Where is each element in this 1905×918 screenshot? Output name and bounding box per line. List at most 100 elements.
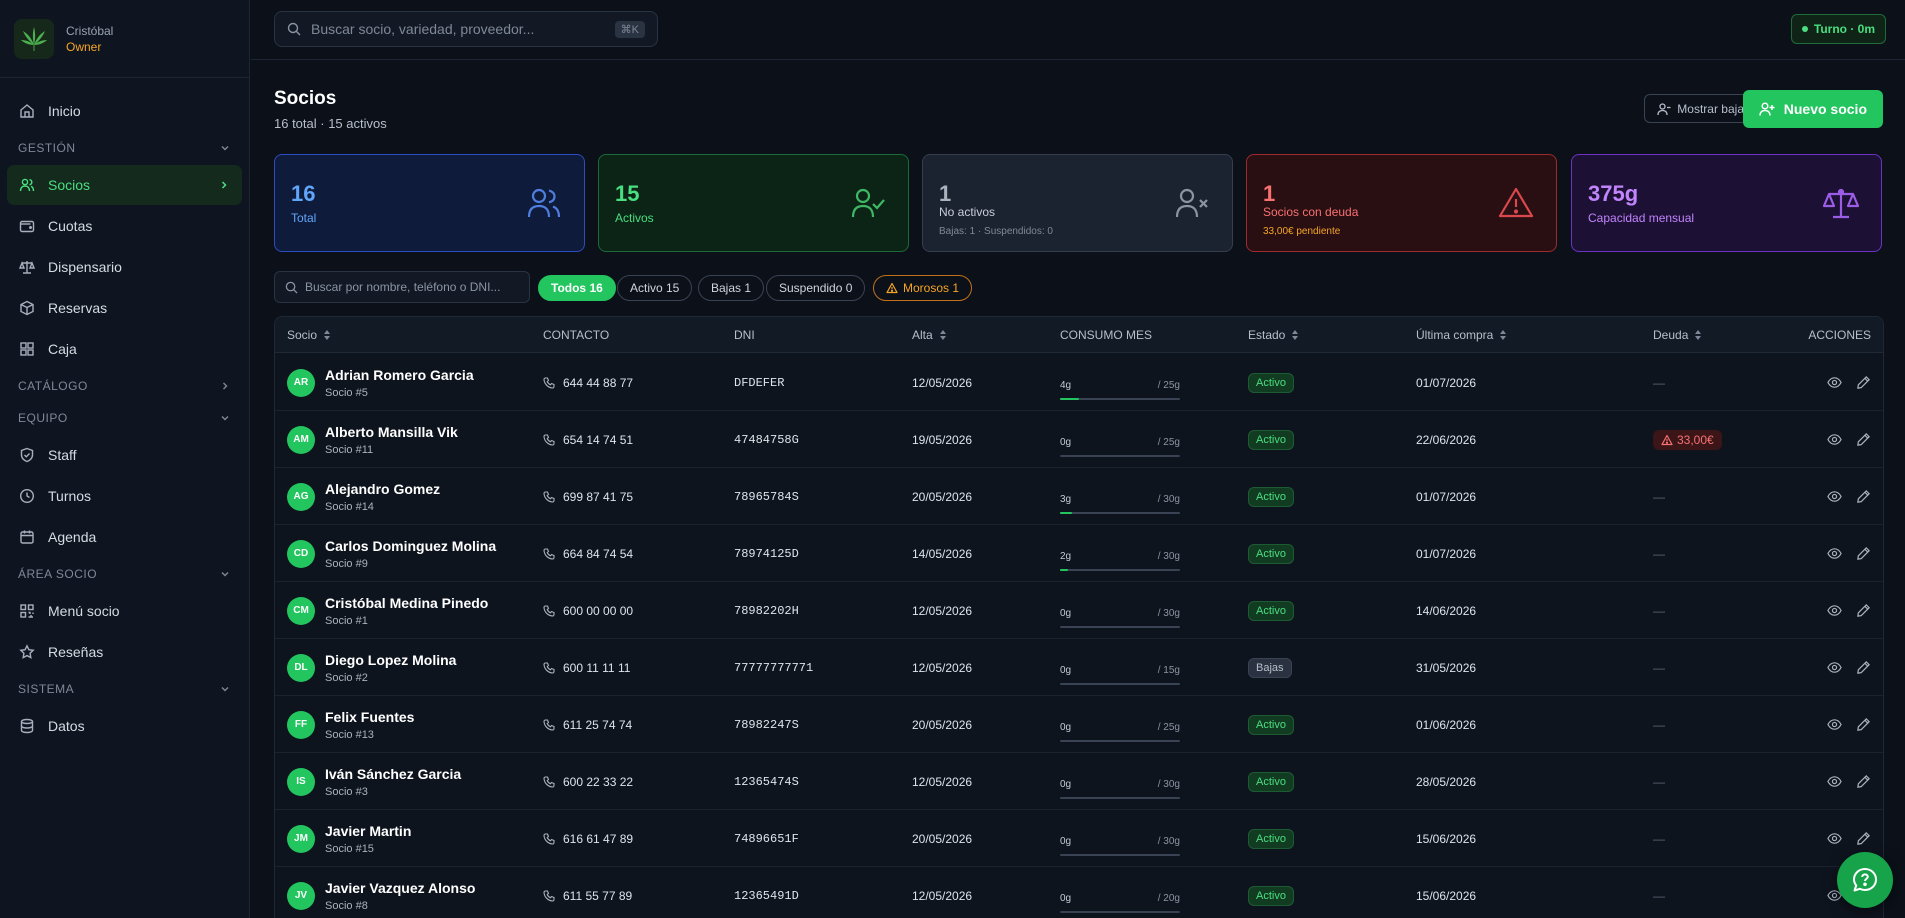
phone-icon xyxy=(543,718,555,731)
edit-pencil-icon[interactable] xyxy=(1856,432,1871,447)
column-header-socio[interactable]: Socio xyxy=(287,317,331,353)
deuda-cell: — xyxy=(1653,354,1665,411)
global-search-input[interactable] xyxy=(311,21,615,37)
consumo-cap: / 30g xyxy=(1157,835,1180,847)
view-eye-icon[interactable] xyxy=(1827,546,1842,561)
estado-cell: Activo xyxy=(1248,468,1294,525)
member-name[interactable]: Cristóbal Medina Pinedo xyxy=(325,595,488,611)
search-icon xyxy=(287,22,301,36)
view-eye-icon[interactable] xyxy=(1827,432,1842,447)
table-row[interactable]: DL Diego Lopez Molina Socio #2 600 11 11 11… xyxy=(275,639,1883,696)
table-row[interactable]: JV Javier Vazquez Alonso Socio #8 611 55 77… xyxy=(275,867,1883,918)
stat-card-deuda[interactable]: 1 Socios con deuda 33,00€ pendiente xyxy=(1246,154,1557,252)
nav-item-dispensario[interactable]: Dispensario xyxy=(7,247,242,287)
nav-section-catalogo[interactable]: CATÁLOGO xyxy=(0,370,249,402)
avatar: AM xyxy=(287,425,315,454)
nav-item-cuotas[interactable]: Cuotas xyxy=(7,206,242,246)
member-name[interactable]: Carlos Dominguez Molina xyxy=(325,538,496,554)
estado-cell: Activo xyxy=(1248,411,1294,468)
edit-pencil-icon[interactable] xyxy=(1856,489,1871,504)
table-row[interactable]: FF Felix Fuentes Socio #13 611 25 74 74 7898… xyxy=(275,696,1883,753)
member-name[interactable]: Diego Lopez Molina xyxy=(325,652,456,668)
view-eye-icon[interactable] xyxy=(1827,660,1842,675)
column-header-deuda[interactable]: Deuda xyxy=(1653,317,1702,353)
turno-status-button[interactable]: Turno · 0m xyxy=(1790,14,1886,44)
column-header-estado[interactable]: Estado xyxy=(1248,317,1299,353)
edit-pencil-icon[interactable] xyxy=(1856,375,1871,390)
edit-pencil-icon[interactable] xyxy=(1856,603,1871,618)
consumo-progress-bar xyxy=(1060,910,1180,913)
consumo-progress-fill xyxy=(1060,568,1069,571)
nav-item-staff[interactable]: Staff xyxy=(7,435,242,475)
member-name[interactable]: Alberto Mansilla Vik xyxy=(325,424,458,440)
view-eye-icon[interactable] xyxy=(1827,603,1842,618)
nav-item-reservas[interactable]: Reservas xyxy=(7,288,242,328)
view-eye-icon[interactable] xyxy=(1827,774,1842,789)
stat-card-total[interactable]: 16 Total xyxy=(274,154,585,252)
stat-value: 1 xyxy=(939,181,952,206)
column-header-alta[interactable]: Alta xyxy=(912,317,947,353)
stat-card-capacidad[interactable]: 375g Capacidad mensual xyxy=(1571,154,1882,252)
nav-item-socios[interactable]: Socios xyxy=(7,165,242,205)
consumo-progress-fill xyxy=(1060,397,1080,400)
nav-section-gestion[interactable]: GESTIÓN xyxy=(0,132,249,164)
member-name[interactable]: Adrian Romero Garcia xyxy=(325,367,474,383)
table-row[interactable]: IS Iván Sánchez Garcia Socio #3 600 22 33 2… xyxy=(275,753,1883,810)
member-name[interactable]: Alejandro Gomez xyxy=(325,481,440,497)
view-eye-icon[interactable] xyxy=(1827,375,1842,390)
debt-amount: 33,00€ xyxy=(1677,432,1714,447)
filter-todos[interactable]: Todos 16 xyxy=(538,275,616,301)
nav-item-turnos[interactable]: Turnos xyxy=(7,476,242,516)
filter-suspendido[interactable]: Suspendido 0 xyxy=(766,275,866,301)
user-minus-icon xyxy=(1657,102,1671,116)
table-row[interactable]: CM Cristóbal Medina Pinedo Socio #1 600 00 … xyxy=(275,582,1883,639)
member-name[interactable]: Javier Vazquez Alonso xyxy=(325,880,475,896)
table-row[interactable]: AM Alberto Mansilla Vik Socio #11 654 14 74… xyxy=(275,411,1883,468)
table-row[interactable]: JM Javier Martin Socio #15 616 61 47 89 7489… xyxy=(275,810,1883,867)
cannabis-leaf-logo-icon xyxy=(14,18,54,59)
consumo-cell: 0g / 15g xyxy=(1060,639,1180,696)
chevron-right-icon xyxy=(218,179,230,191)
stat-card-activos[interactable]: 15 Activos xyxy=(598,154,909,252)
new-socio-button[interactable]: Nuevo socio xyxy=(1742,90,1883,128)
filter-bajas[interactable]: Bajas 1 xyxy=(698,275,765,301)
edit-pencil-icon[interactable] xyxy=(1856,660,1871,675)
actions-cell xyxy=(1827,411,1871,468)
view-eye-icon[interactable] xyxy=(1827,717,1842,732)
filter-morosos[interactable]: Morosos 1 xyxy=(873,275,973,301)
sort-icon xyxy=(1499,329,1507,341)
nav-section-equipo[interactable]: EQUIPO xyxy=(0,402,249,434)
member-search[interactable] xyxy=(274,271,530,303)
table-row[interactable]: AR Adrian Romero Garcia Socio #5 644 44 88 … xyxy=(275,354,1883,411)
view-eye-icon[interactable] xyxy=(1827,831,1842,846)
nav-item-menu-socio[interactable]: Menú socio xyxy=(7,591,242,631)
phone-icon xyxy=(543,376,555,389)
nav-section-area-socio[interactable]: ÁREA SOCIO xyxy=(0,558,249,590)
column-header-ultima[interactable]: Última compra xyxy=(1416,317,1507,353)
consumo-cap: / 30g xyxy=(1157,607,1180,619)
filter-activo[interactable]: Activo 15 xyxy=(617,275,693,301)
edit-pencil-icon[interactable] xyxy=(1856,717,1871,732)
edit-pencil-icon[interactable] xyxy=(1856,546,1871,561)
nav-item-caja[interactable]: Caja xyxy=(7,329,242,369)
nav-item-agenda[interactable]: Agenda xyxy=(7,517,242,557)
nav-item-inicio[interactable]: Inicio xyxy=(7,91,242,131)
table-row[interactable]: CD Carlos Dominguez Molina Socio #9 664 84 … xyxy=(275,525,1883,582)
member-name[interactable]: Javier Martin xyxy=(325,823,411,839)
nav-section-sistema[interactable]: SISTEMA xyxy=(0,673,249,705)
edit-pencil-icon[interactable] xyxy=(1856,831,1871,846)
edit-pencil-icon[interactable] xyxy=(1856,774,1871,789)
table-row[interactable]: AG Alejandro Gomez Socio #14 699 87 41 75 78… xyxy=(275,468,1883,525)
phone-number: 611 25 74 74 xyxy=(563,717,633,732)
member-search-input[interactable] xyxy=(305,280,519,294)
global-search[interactable]: ⌘K xyxy=(274,11,658,47)
help-chat-button[interactable] xyxy=(1837,852,1893,908)
shortcut-badge: ⌘K xyxy=(614,20,645,38)
nav-item-datos[interactable]: Datos xyxy=(7,706,242,746)
stat-card-no-activos[interactable]: 1 No activos Bajas: 1 · Suspendidos: 0 xyxy=(922,154,1233,252)
shield-icon xyxy=(19,447,35,463)
member-name[interactable]: Felix Fuentes xyxy=(325,709,414,725)
view-eye-icon[interactable] xyxy=(1827,489,1842,504)
member-name[interactable]: Iván Sánchez Garcia xyxy=(325,766,461,782)
nav-item-resenas[interactable]: Reseñas xyxy=(7,632,242,672)
